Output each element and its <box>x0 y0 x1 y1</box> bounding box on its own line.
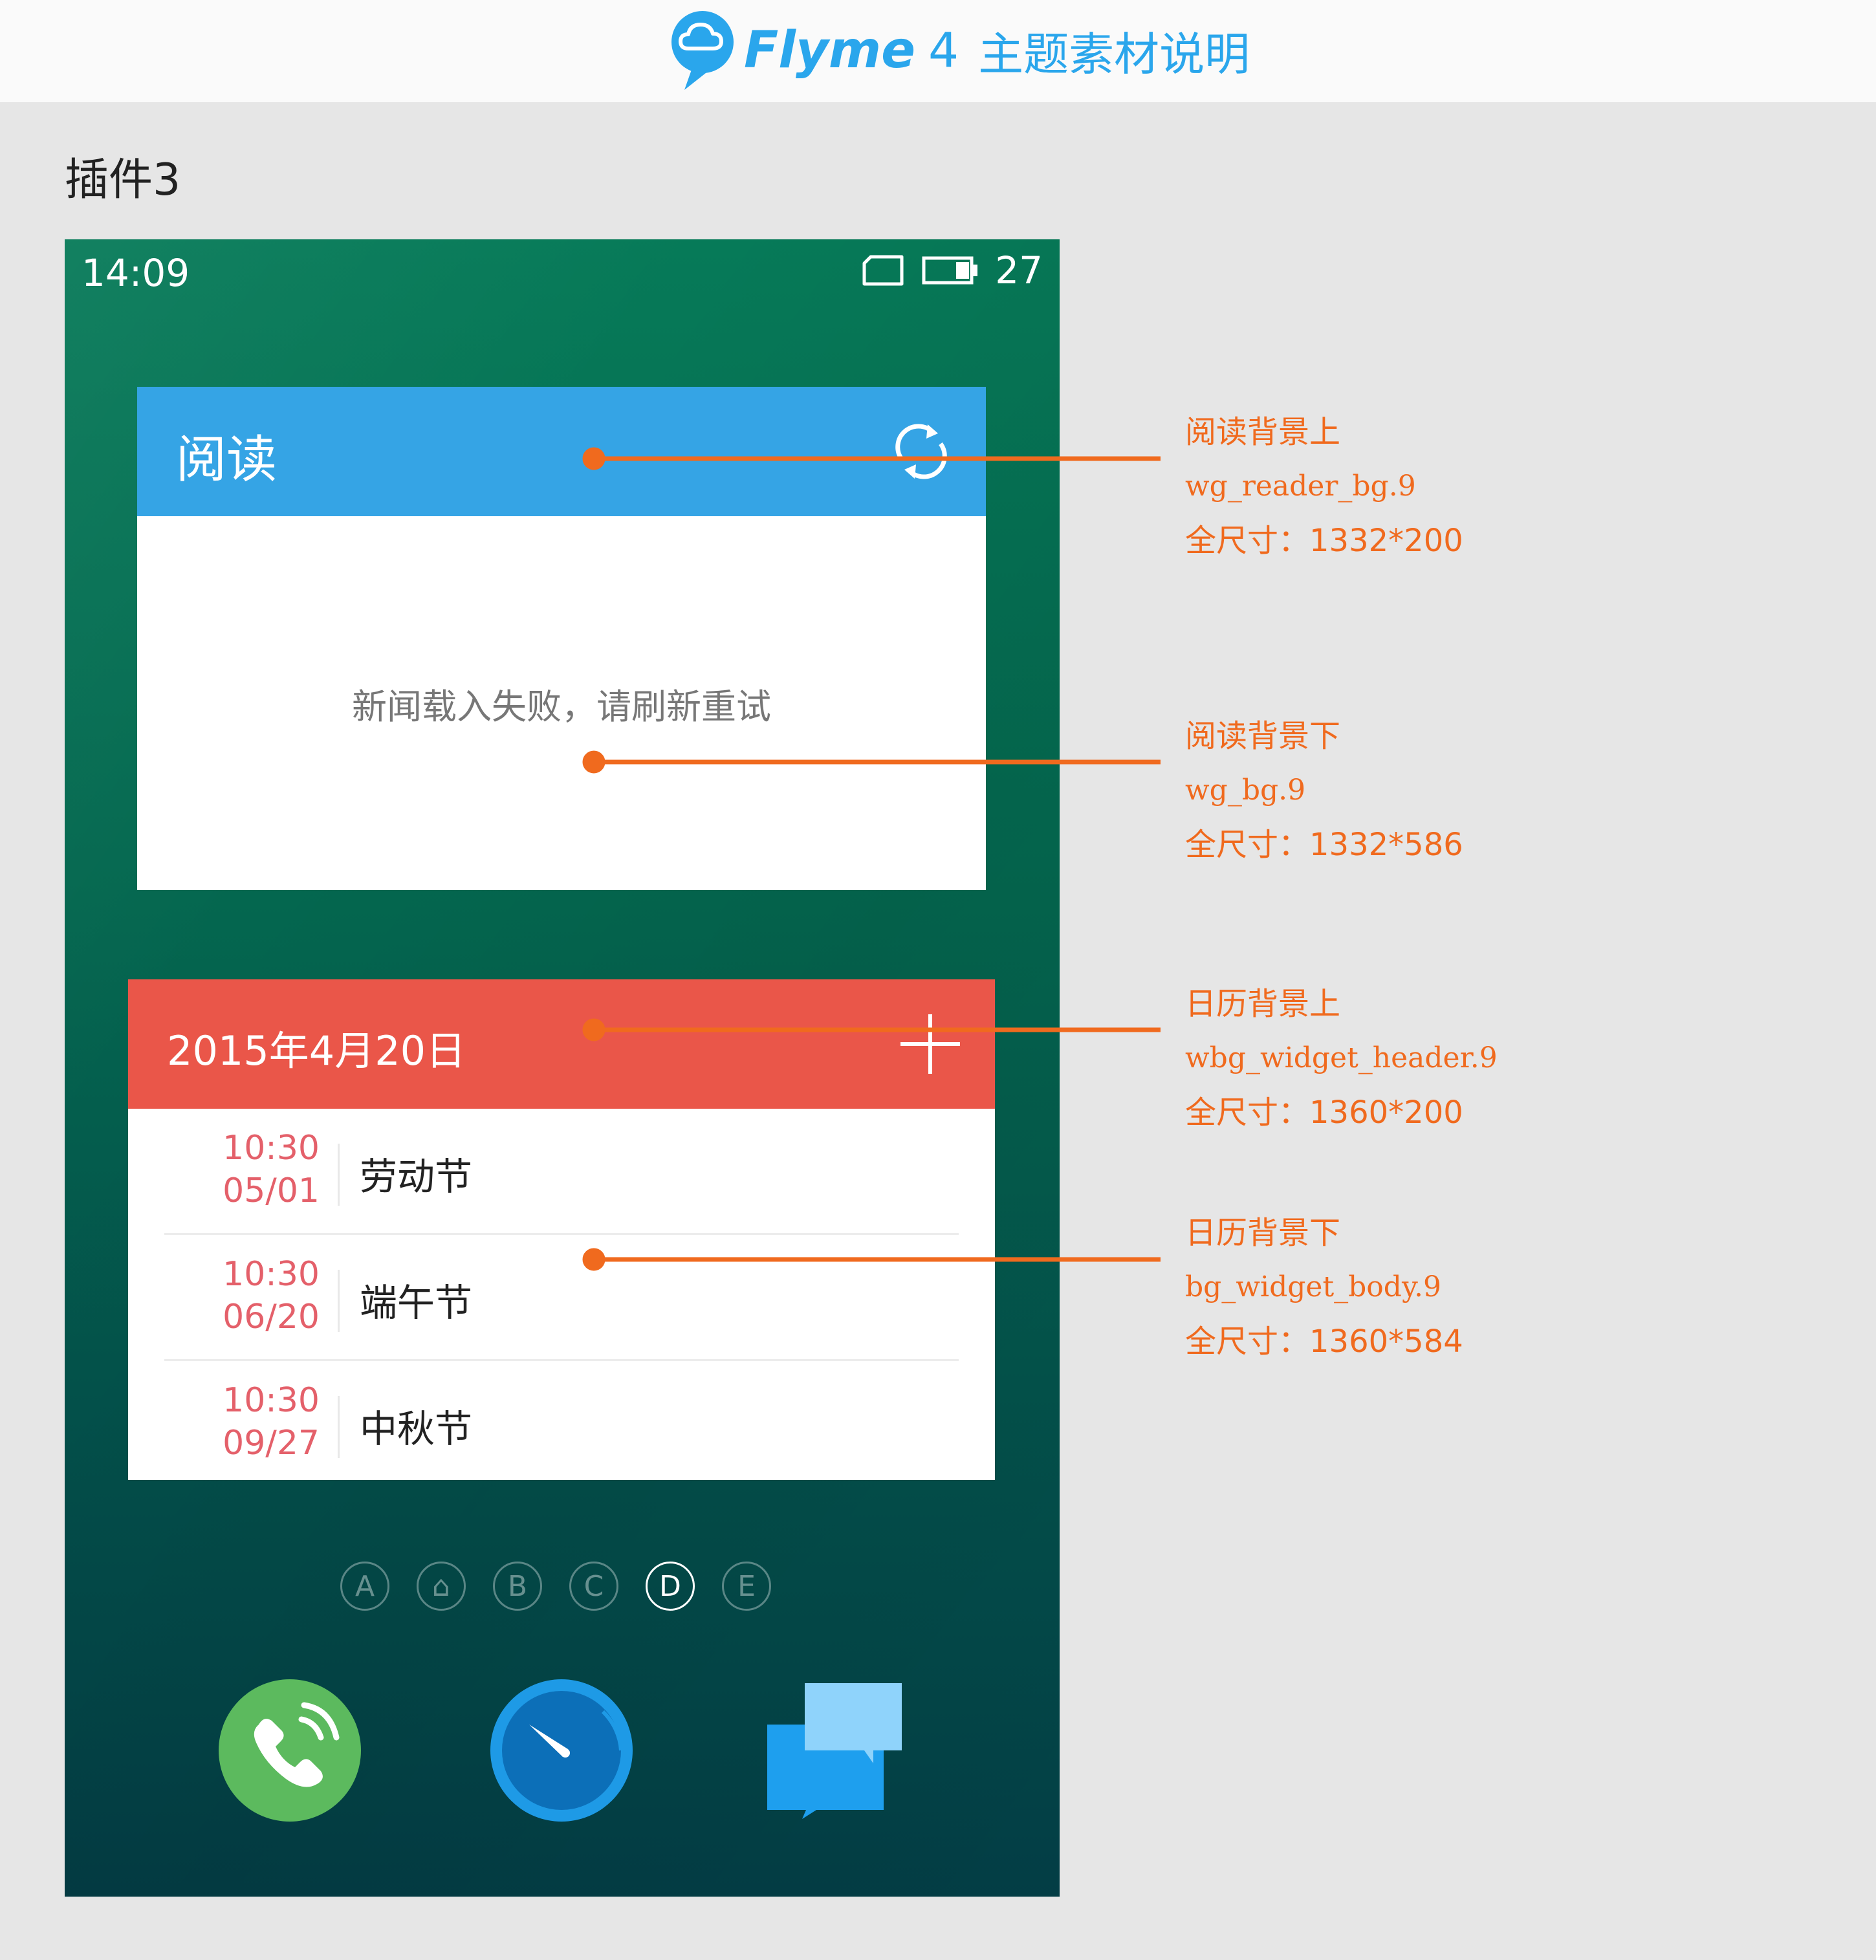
event-date: 09/27 <box>223 1424 320 1463</box>
page-dot-e[interactable]: E <box>722 1562 771 1611</box>
refresh-icon[interactable] <box>889 419 954 484</box>
calendar-header: 2015年4月20日 <box>128 979 995 1109</box>
annotation-calendar-bottom: 日历背景下 bg_widget_body.9 全尺寸：1360*584 <box>1185 1206 1463 1369</box>
top-header: Flyme 4 主题素材说明 <box>0 0 1876 102</box>
calendar-date: 2015年4月20日 <box>167 1027 466 1074</box>
calendar-event-row[interactable]: 10:30 09/27 中秋节 <box>164 1361 959 1485</box>
event-date: 05/01 <box>223 1171 320 1210</box>
flyme-cloud-logo-icon <box>671 11 734 90</box>
event-title: 中秋节 <box>360 1407 473 1451</box>
annotation-label: 阅读背景上 <box>1185 414 1341 450</box>
calendar-body: 10:30 05/01 劳动节 10:30 06/20 端午节 10:30 09… <box>128 1109 995 1480</box>
section-title: 插件3 <box>65 155 181 206</box>
add-event-icon[interactable] <box>900 1014 960 1074</box>
annotation-size: 全尺寸：1360*200 <box>1185 1094 1463 1131</box>
event-date: 06/20 <box>223 1298 320 1336</box>
annotation-file: wg_bg.9 <box>1185 774 1306 807</box>
reader-body: 新闻载入失败，请刷新重试 <box>137 516 986 890</box>
calendar-event-row[interactable]: 10:30 06/20 端午节 <box>164 1235 959 1361</box>
reader-header: 阅读 <box>137 387 986 516</box>
event-title: 劳动节 <box>360 1155 473 1199</box>
sim-card-icon <box>862 255 904 286</box>
calendar-event-row[interactable]: 10:30 05/01 劳动节 <box>164 1109 959 1235</box>
page-dot-d[interactable]: D <box>646 1562 695 1611</box>
reader-title: 阅读 <box>176 431 278 489</box>
annotation-size: 全尺寸：1332*200 <box>1185 523 1463 559</box>
annotation-file: wg_reader_bg.9 <box>1185 470 1416 503</box>
reader-error-message: 新闻载入失败，请刷新重试 <box>352 686 771 727</box>
event-time: 10:30 <box>223 1381 320 1420</box>
browser-compass-icon[interactable] <box>490 1679 633 1822</box>
reader-widget: 阅读 新闻载入失败，请刷新重试 <box>137 387 986 890</box>
annotation-file: bg_widget_body.9 <box>1185 1270 1441 1303</box>
brand-version: 4 <box>928 23 959 78</box>
page-dot-a[interactable]: A <box>340 1562 389 1611</box>
calendar-widget: 2015年4月20日 10:30 05/01 劳动节 10:30 06/20 端… <box>128 979 995 1480</box>
brand: Flyme 4 主题素材说明 <box>670 5 1250 96</box>
brand-name: Flyme <box>744 21 916 80</box>
phone-app-icon[interactable] <box>219 1679 361 1822</box>
event-time-block: 10:30 06/20 <box>164 1253 320 1338</box>
event-divider <box>338 1270 340 1332</box>
status-time: 14:09 <box>82 251 190 295</box>
event-time-block: 10:30 05/01 <box>164 1127 320 1212</box>
annotation-size: 全尺寸：1332*586 <box>1185 827 1463 863</box>
event-divider <box>338 1144 340 1206</box>
annotation-calendar-top: 日历背景上 wbg_widget_header.9 全尺寸：1360*200 <box>1185 977 1498 1140</box>
battery-level: 27 <box>995 248 1043 292</box>
status-icons: 27 <box>860 248 1043 292</box>
annotation-label: 日历背景上 <box>1185 986 1341 1022</box>
phone-screen: 14:09 27 阅读 新闻载入失败，请刷新重试 2015年4月20日 10:3… <box>65 239 1060 1897</box>
annotation-reader-top: 阅读背景上 wg_reader_bg.9 全尺寸：1332*200 <box>1185 405 1463 568</box>
annotation-label: 日历背景下 <box>1185 1215 1341 1251</box>
annotation-size: 全尺寸：1360*584 <box>1185 1323 1463 1360</box>
page-indicator: A ⌂ B C D E <box>340 1562 771 1611</box>
annotation-reader-bottom: 阅读背景下 wg_bg.9 全尺寸：1332*586 <box>1185 709 1463 872</box>
page-dot-b[interactable]: B <box>493 1562 542 1611</box>
event-time: 10:30 <box>223 1255 320 1294</box>
page-dot-home-icon[interactable]: ⌂ <box>417 1562 466 1611</box>
annotation-file: wbg_widget_header.9 <box>1185 1041 1498 1074</box>
event-time-block: 10:30 09/27 <box>164 1379 320 1465</box>
annotation-label: 阅读背景下 <box>1185 718 1341 754</box>
event-divider <box>338 1396 340 1458</box>
event-title: 端午节 <box>360 1281 473 1325</box>
messages-app-icon[interactable] <box>767 1683 903 1819</box>
page-dot-c[interactable]: C <box>569 1562 618 1611</box>
event-time: 10:30 <box>223 1129 320 1168</box>
battery-icon <box>922 256 978 285</box>
brand-subtitle: 主题素材说明 <box>978 27 1250 81</box>
